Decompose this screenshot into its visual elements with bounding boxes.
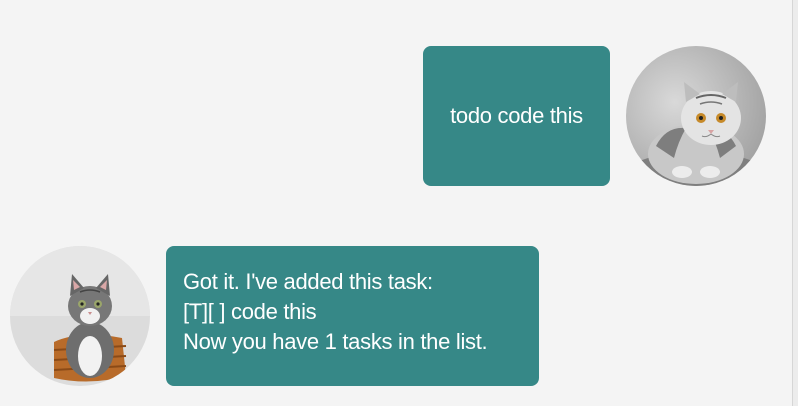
gray-tabby-cat-icon (626, 46, 766, 186)
bot-message-line: Got it. I've added this task: (183, 269, 433, 294)
user-message-bubble: todo code this (423, 46, 610, 186)
bot-message-line: [T][ ] code this (183, 299, 317, 324)
vertical-scrollbar[interactable] (792, 0, 798, 406)
bot-avatar (10, 246, 150, 386)
bot-message-bubble: Got it. I've added this task: [T][ ] cod… (166, 246, 539, 386)
user-message-text: todo code this (450, 103, 583, 128)
bot-message-line: Now you have 1 tasks in the list. (183, 329, 488, 354)
user-avatar (626, 46, 766, 186)
tabby-cat-in-basket-icon (10, 246, 150, 386)
chat-window: todo code this Got it. I've added this t… (0, 0, 798, 406)
